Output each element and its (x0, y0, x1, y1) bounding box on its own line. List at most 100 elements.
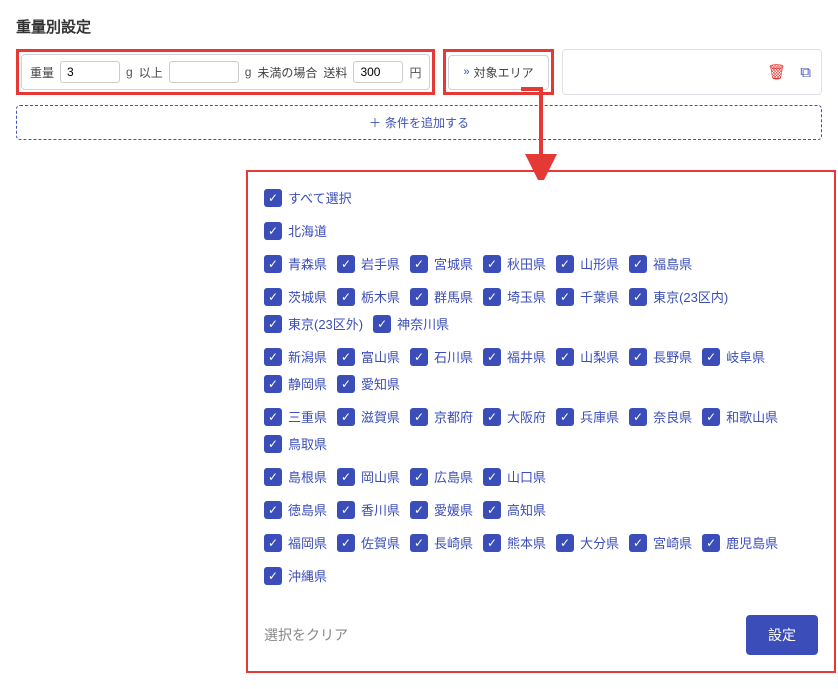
prefecture-checkbox-item[interactable]: ✓群馬県 (410, 287, 473, 306)
prefecture-checkbox-item[interactable]: ✓沖縄県 (264, 566, 327, 585)
prefecture-label: 京都府 (434, 407, 473, 426)
prefecture-checkbox-item[interactable]: ✓宮城県 (410, 254, 473, 273)
select-all-label: すべて選択 (288, 188, 352, 207)
prefecture-checkbox-item[interactable]: ✓青森県 (264, 254, 327, 273)
prefecture-label: 愛媛県 (434, 500, 473, 519)
prefecture-label: 福島県 (653, 254, 692, 273)
checkbox-checked-icon: ✓ (629, 534, 647, 552)
checkbox-checked-icon: ✓ (337, 288, 355, 306)
checkbox-checked-icon: ✓ (410, 468, 428, 486)
weight-min-input[interactable] (60, 61, 120, 83)
prefecture-label: 東京(23区外) (288, 314, 363, 333)
checkbox-checked-icon: ✓ (556, 408, 574, 426)
prefecture-label: 栃木県 (361, 287, 400, 306)
prefecture-checkbox-item[interactable]: ✓徳島県 (264, 500, 327, 519)
prefecture-checkbox-item[interactable]: ✓茨城県 (264, 287, 327, 306)
prefecture-checkbox-item[interactable]: ✓神奈川県 (373, 314, 449, 333)
prefecture-checkbox-item[interactable]: ✓山口県 (483, 467, 546, 486)
prefecture-checkbox-item[interactable]: ✓長崎県 (410, 533, 473, 552)
copy-icon[interactable]: ⧉ (800, 64, 811, 81)
prefecture-checkbox-item[interactable]: ✓京都府 (410, 407, 473, 426)
prefecture-group: ✓青森県 ✓岩手県 ✓宮城県 ✓秋田県 ✓山形県 ✓ 福島県 (264, 254, 818, 273)
prefecture-checkbox-item[interactable]: ✓岐阜県 (702, 347, 765, 366)
prefecture-checkbox-item[interactable]: ✓福井県 (483, 347, 546, 366)
prefecture-label: 福岡県 (288, 533, 327, 552)
checkbox-checked-icon: ✓ (629, 348, 647, 366)
checkbox-checked-icon: ✓ (629, 255, 647, 273)
prefecture-group: ✓三重県✓滋賀県✓京都府✓大阪府✓兵庫県✓奈良県✓和歌山県✓鳥取県 (264, 407, 818, 453)
prefecture-checkbox-item[interactable]: ✓ 三重県 (264, 407, 327, 426)
prefecture-label: 秋田県 (507, 254, 546, 273)
souryou-label: 送料 (323, 64, 347, 81)
checkbox-checked-icon: ✓ (556, 534, 574, 552)
submit-button[interactable]: 設定 (746, 615, 818, 655)
prefecture-checkbox-item[interactable]: ✓ 宮崎県 (629, 533, 692, 552)
prefecture-checkbox-item[interactable]: ✓ 栃木県 (337, 287, 400, 306)
prefecture-label: 山口県 (507, 467, 546, 486)
clear-selection-link[interactable]: 選択をクリア (264, 625, 348, 645)
prefecture-checkbox-item[interactable]: ✓石川県 (410, 347, 473, 366)
prefecture-checkbox-item[interactable]: ✓東京(23区内) (629, 287, 728, 306)
prefecture-label: 宮城県 (434, 254, 473, 273)
prefecture-checkbox-item[interactable]: ✓山梨県 (556, 347, 619, 366)
prefecture-checkbox-item[interactable]: ✓山形県 (556, 254, 619, 273)
prefecture-checkbox-item[interactable]: ✓鳥取県 (264, 434, 327, 453)
checkbox-checked-icon: ✓ (264, 408, 282, 426)
prefecture-checkbox-item[interactable]: ✓ 兵庫県 (556, 407, 619, 426)
prefecture-checkbox-item[interactable]: ✓佐賀県 (337, 533, 400, 552)
prefecture-checkbox-item[interactable]: ✓新潟県 (264, 347, 327, 366)
prefecture-label: 宮崎県 (653, 533, 692, 552)
prefecture-group: ✓北海道 (264, 221, 818, 240)
checkbox-checked-icon: ✓ (629, 408, 647, 426)
prefecture-checkbox-item[interactable]: ✓奈良県 (629, 407, 692, 426)
fee-input[interactable] (353, 61, 403, 83)
prefecture-checkbox-item[interactable]: ✓香川県 (337, 500, 400, 519)
ijou-label: 以上 (139, 64, 163, 81)
prefecture-checkbox-item[interactable]: ✓和歌山県 (702, 407, 778, 426)
prefecture-checkbox-item[interactable]: ✓広島県 (410, 467, 473, 486)
prefecture-checkbox-item[interactable]: ✓岡山県 (337, 467, 400, 486)
prefecture-label: 福井県 (507, 347, 546, 366)
checkbox-checked-icon: ✓ (337, 468, 355, 486)
prefecture-checkbox-item[interactable]: ✓長野県 (629, 347, 692, 366)
prefecture-checkbox-item[interactable]: ✓千葉県 (556, 287, 619, 306)
prefecture-checkbox-item[interactable]: ✓島根県 (264, 467, 327, 486)
prefecture-checkbox-item[interactable]: ✓岩手県 (337, 254, 400, 273)
prefecture-checkbox-item[interactable]: ✓大阪府 (483, 407, 546, 426)
prefecture-checkbox-item[interactable]: ✓熊本県 (483, 533, 546, 552)
target-area-button[interactable]: » 対象エリア (448, 55, 548, 90)
checkbox-checked-icon: ✓ (483, 408, 501, 426)
prefecture-label: 沖縄県 (288, 566, 327, 585)
checkbox-checked-icon: ✓ (264, 315, 282, 333)
miman-label: 未満の場合 (257, 64, 317, 81)
checkbox-checked-icon: ✓ (483, 534, 501, 552)
prefecture-checkbox-item[interactable]: ✓秋田県 (483, 254, 546, 273)
prefecture-label: 新潟県 (288, 347, 327, 366)
prefecture-label: 三重県 (288, 407, 327, 426)
select-all-checkbox-item[interactable]: ✓ すべて選択 (264, 188, 352, 207)
prefecture-checkbox-item[interactable]: ✓鹿児島県 (702, 533, 778, 552)
prefecture-checkbox-item[interactable]: ✓埼玉県 (483, 287, 546, 306)
add-condition-button[interactable]: ＋条件を追加する (16, 105, 822, 140)
prefecture-checkbox-item[interactable]: ✓愛媛県 (410, 500, 473, 519)
prefecture-label: 静岡県 (288, 374, 327, 393)
prefecture-checkbox-item[interactable]: ✓北海道 (264, 221, 327, 240)
prefecture-label: 石川県 (434, 347, 473, 366)
prefecture-group: ✓島根県✓岡山県✓広島県✓山口県 (264, 467, 818, 486)
prefecture-checkbox-item[interactable]: ✓静岡県 (264, 374, 327, 393)
delete-icon[interactable]: 🗑 (767, 63, 786, 81)
weight-max-input[interactable] (169, 61, 239, 83)
prefecture-checkbox-item[interactable]: ✓富山県 (337, 347, 400, 366)
prefecture-checkbox-item[interactable]: ✓大分県 (556, 533, 619, 552)
prefecture-checkbox-item[interactable]: ✓ 東京(23区外) (264, 314, 363, 333)
prefecture-label: 兵庫県 (580, 407, 619, 426)
prefecture-checkbox-item[interactable]: ✓滋賀県 (337, 407, 400, 426)
prefecture-label: 青森県 (288, 254, 327, 273)
prefecture-checkbox-item[interactable]: ✓ 福島県 (629, 254, 692, 273)
prefecture-checkbox-item[interactable]: ✓高知県 (483, 500, 546, 519)
prefecture-checkbox-item[interactable]: ✓愛知県 (337, 374, 400, 393)
prefecture-label: 島根県 (288, 467, 327, 486)
checkbox-checked-icon: ✓ (337, 408, 355, 426)
prefecture-label: 山形県 (580, 254, 619, 273)
prefecture-checkbox-item[interactable]: ✓福岡県 (264, 533, 327, 552)
